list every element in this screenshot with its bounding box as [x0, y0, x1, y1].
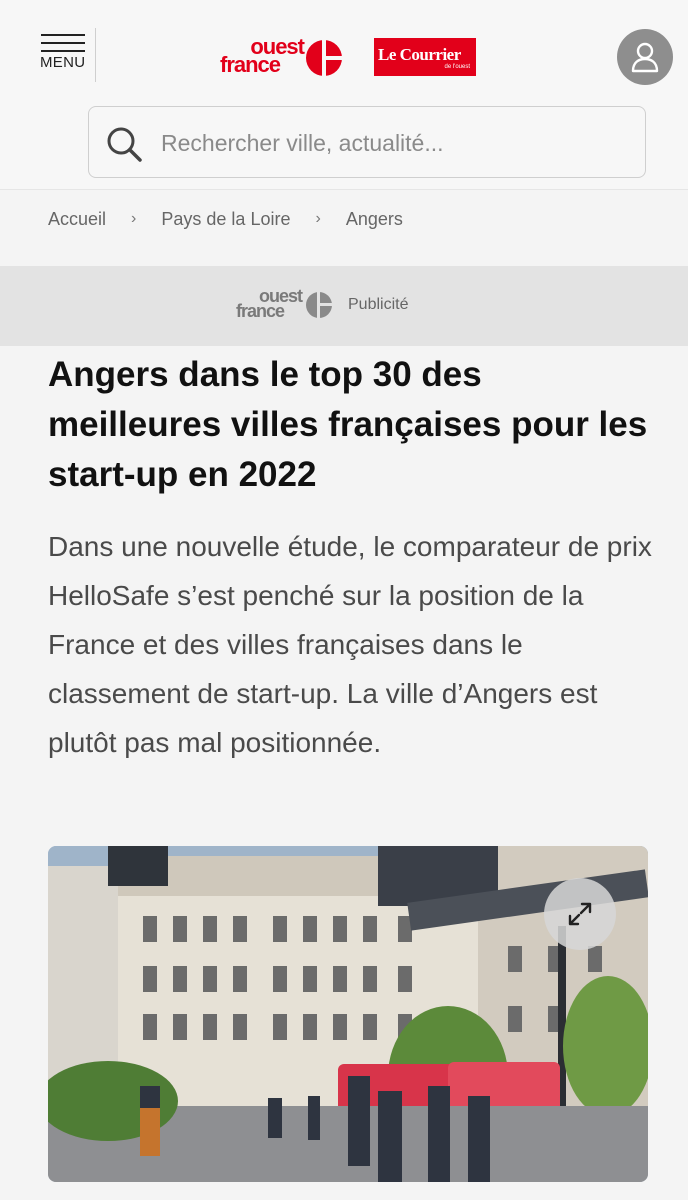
ad-banner: ouest france Publicité — [0, 266, 688, 346]
search-icon — [107, 127, 142, 162]
site-header: MENU ouest france Le Courrier de l'ouest — [0, 0, 688, 190]
expand-icon — [568, 902, 592, 926]
search-input[interactable] — [161, 125, 631, 161]
breadcrumb-item-pays-de-la-loire[interactable]: Pays de la Loire — [161, 209, 290, 230]
menu-label: MENU — [40, 54, 86, 71]
ad-label: Publicité — [348, 296, 409, 313]
ad-emblem-icon — [306, 292, 332, 318]
article-photo[interactable] — [48, 846, 648, 1182]
expand-image-button[interactable] — [544, 878, 616, 950]
chevron-right-icon: › — [315, 210, 321, 228]
user-icon — [631, 42, 659, 73]
le-courrier-sub: de l'ouest — [444, 64, 471, 70]
menu-button[interactable]: MENU — [38, 28, 96, 82]
article-lede: Dans une nouvelle étude, le comparateur … — [48, 531, 652, 758]
le-courrier-name: Le Courrier — [378, 45, 461, 64]
le-courrier-logo[interactable]: Le Courrier de l'ouest — [374, 38, 476, 76]
ad-ouest-france-logo: ouest france — [236, 287, 334, 324]
ouest-france-logo[interactable]: ouest france — [220, 36, 342, 80]
breadcrumb: Accueil › Pays de la Loire › Angers — [48, 208, 403, 234]
ouest-france-emblem-icon — [306, 40, 342, 76]
breadcrumb-item-accueil[interactable]: Accueil — [48, 209, 106, 230]
search-bar[interactable] — [88, 106, 646, 178]
chevron-right-icon: › — [131, 210, 137, 228]
breadcrumb-item-angers[interactable]: Angers — [346, 209, 403, 230]
account-button[interactable] — [617, 29, 673, 85]
ad-logo-line-2: france — [236, 301, 285, 321]
article-title: Angers dans le top 30 des meilleures vil… — [48, 355, 648, 494]
